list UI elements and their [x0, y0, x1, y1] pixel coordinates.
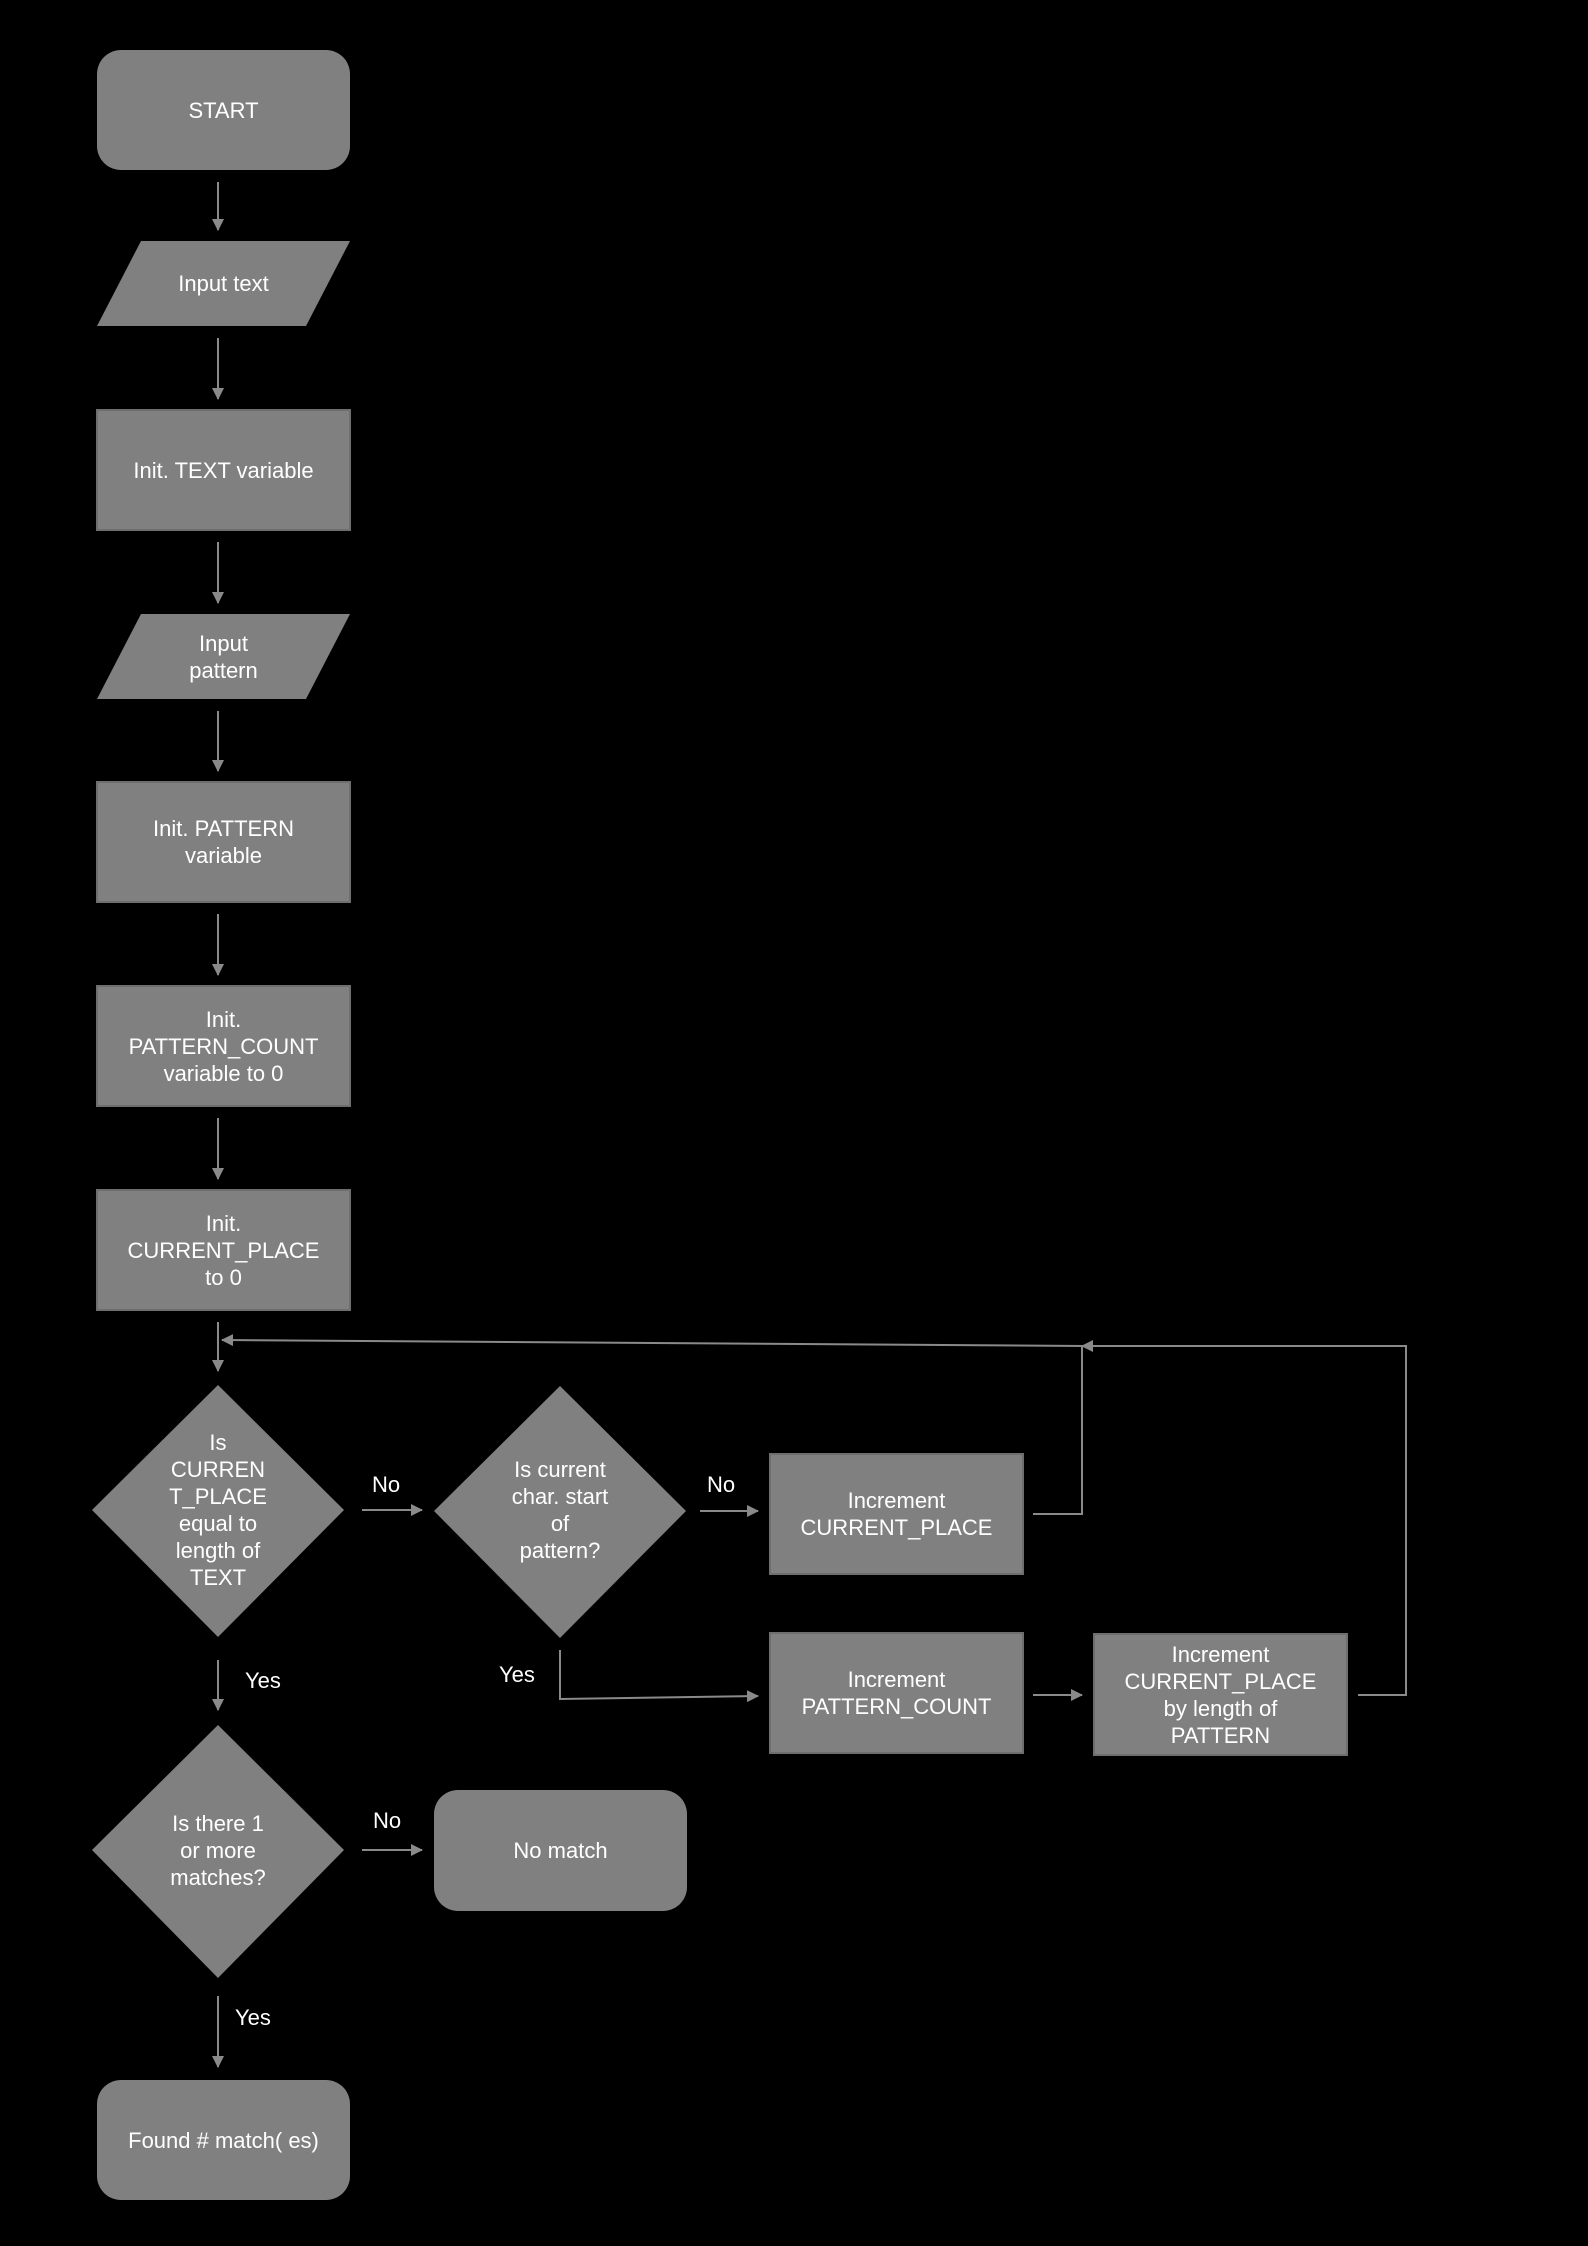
- input-pattern-label: Input pattern: [189, 630, 258, 683]
- edge-label-check-start-yes: Yes: [499, 1662, 535, 1687]
- inc-current-place-len-label: Increment CURRENT_PLACE by length of PAT…: [1124, 1641, 1317, 1748]
- check-start-label: Is current char. start of pattern?: [511, 1457, 609, 1563]
- check-matches-label: Is there 1 or more matches?: [170, 1810, 266, 1890]
- found-label: Found # match( es): [128, 2127, 319, 2153]
- check-end-label: Is CURREN T_PLACE equal to length of TEX…: [169, 1430, 267, 1590]
- inc-pattern-count-label: Increment PATTERN_COUNT: [801, 1667, 992, 1719]
- input-text-label: Input text: [178, 271, 269, 296]
- init-pattern-label: Init. PATTERN variable: [153, 816, 294, 868]
- edge-label-check-end-yes: Yes: [245, 1668, 281, 1693]
- start-label: START: [188, 97, 259, 123]
- init-pattern-count-label: Init. PATTERN_COUNT variable to 0: [128, 1006, 319, 1086]
- edge-label-check-end-no: No: [372, 1472, 401, 1497]
- edge-label-check-matches-no: No: [373, 1808, 402, 1833]
- no-match-label: No match: [513, 1838, 608, 1863]
- edge-label-check-matches-yes: Yes: [235, 2005, 271, 2030]
- edge-label-check-start-no: No: [707, 1472, 736, 1497]
- inc-current-place-label: Increment CURRENT_PLACE: [800, 1488, 993, 1540]
- init-current-place-label: Init. CURRENT_PLACE to 0: [127, 1210, 320, 1290]
- edge-check-start-yes: [559, 1650, 759, 1703]
- init-text-label: Init. TEXT variable: [133, 457, 314, 483]
